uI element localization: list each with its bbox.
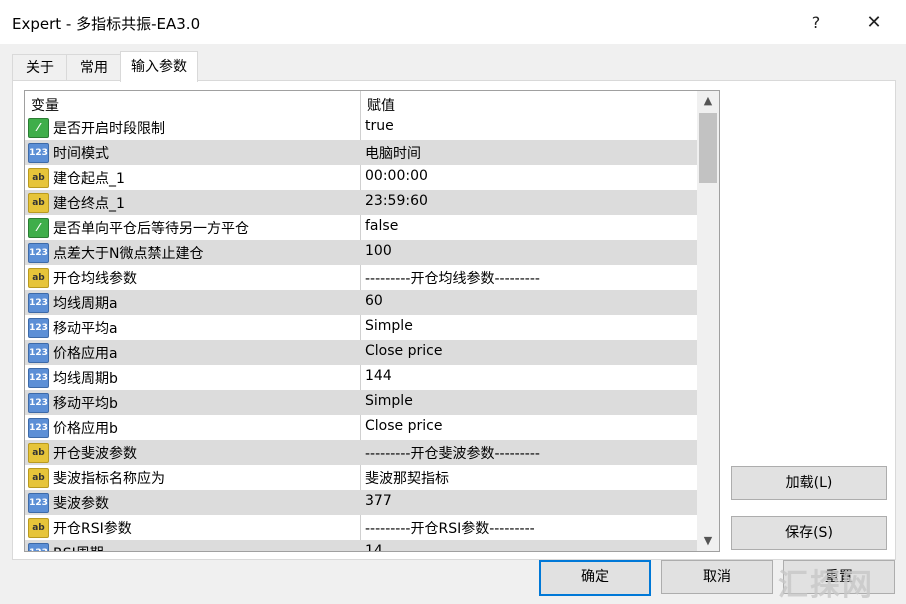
parameter-value[interactable]: Simple [365, 393, 413, 409]
ok-button[interactable]: 确定 [539, 560, 651, 596]
tab-bar: 关于 常用 输入参数 [0, 44, 906, 82]
number-type-icon: 123 [28, 318, 49, 338]
tab-common[interactable]: 常用 [66, 54, 122, 81]
table-row[interactable]: ab 斐波指标名称应为 斐波那契指标 [25, 465, 697, 490]
table-row[interactable]: ab 建仓起点_1 00:00:00 [25, 165, 697, 190]
parameter-value[interactable]: 100 [365, 243, 392, 259]
boolean-type-icon: ⁄ [28, 118, 49, 138]
vertical-scrollbar[interactable]: ▲ ▼ [697, 91, 719, 551]
table-row[interactable]: ab 开仓均线参数 ---------开仓均线参数--------- [25, 265, 697, 290]
help-icon[interactable]: ? [798, 8, 834, 36]
parameter-value[interactable]: 14 [365, 543, 383, 551]
parameter-rows: ⁄ 是否开启时段限制 true 123 时间模式 电脑时间 ab 建仓起点_1 00:00:00… [25, 115, 697, 551]
parameter-name: 斐波参数 [53, 496, 109, 512]
table-row[interactable]: ⁄ 是否开启时段限制 true [25, 115, 697, 140]
parameter-name: 开仓均线参数 [53, 271, 137, 287]
parameter-name: 是否开启时段限制 [53, 121, 165, 137]
parameter-value[interactable]: 144 [365, 368, 392, 384]
parameter-name: 移动平均a [53, 321, 118, 337]
string-type-icon: ab [28, 443, 49, 463]
table-row[interactable]: ⁄ 是否单向平仓后等待另一方平仓 false [25, 215, 697, 240]
string-type-icon: ab [28, 168, 49, 188]
parameter-name: RSI周期 [53, 543, 104, 551]
parameter-value[interactable]: Simple [365, 318, 413, 334]
parameter-name: 价格应用a [53, 346, 118, 362]
parameter-value[interactable]: Close price [365, 418, 442, 434]
table-row[interactable]: 123 价格应用a Close price [25, 340, 697, 365]
load-button[interactable]: 加载(L) [731, 466, 887, 500]
number-type-icon: 123 [28, 493, 49, 513]
parameter-name: 建仓终点_1 [53, 196, 125, 212]
parameter-value[interactable]: 斐波那契指标 [365, 468, 449, 488]
string-type-icon: ab [28, 268, 49, 288]
parameter-value[interactable]: false [365, 218, 398, 234]
parameter-value[interactable]: Close price [365, 343, 442, 359]
number-type-icon: 123 [28, 543, 49, 551]
number-type-icon: 123 [28, 368, 49, 388]
parameter-name: 价格应用b [53, 421, 118, 437]
tab-inputs[interactable]: 输入参数 [120, 51, 198, 82]
window-title: Expert - 多指标共振-EA3.0 [12, 15, 201, 33]
parameter-name: 均线周期b [53, 371, 118, 387]
parameter-value[interactable]: 377 [365, 493, 392, 509]
string-type-icon: ab [28, 468, 49, 488]
parameter-value[interactable]: 00:00:00 [365, 168, 428, 184]
title-bar: Expert - 多指标共振-EA3.0 ? ✕ [0, 0, 906, 44]
table-row[interactable]: 123 点差大于N微点禁止建仓 100 [25, 240, 697, 265]
table-row[interactable]: 123 斐波参数 377 [25, 490, 697, 515]
grid-header: 变量 赋值 [25, 91, 697, 115]
watermark-logo: 汇探网 [778, 568, 874, 603]
parameter-name: 建仓起点_1 [53, 171, 125, 187]
parameter-name: 时间模式 [53, 146, 109, 162]
number-type-icon: 123 [28, 393, 49, 413]
parameter-value[interactable]: 23:59:60 [365, 193, 428, 209]
parameter-name: 开仓斐波参数 [53, 446, 137, 462]
parameter-name: 开仓RSI参数 [53, 521, 132, 537]
number-type-icon: 123 [28, 418, 49, 438]
table-row[interactable]: 123 时间模式 电脑时间 [25, 140, 697, 165]
parameter-grid: 变量 赋值 ⁄ 是否开启时段限制 true 123 时间模式 电脑时间 ab 建仓起点_1 00… [24, 90, 720, 552]
number-type-icon: 123 [28, 343, 49, 363]
table-row[interactable]: 123 移动平均b Simple [25, 390, 697, 415]
parameter-value[interactable]: ---------开仓均线参数--------- [365, 268, 540, 288]
parameter-name: 是否单向平仓后等待另一方平仓 [53, 221, 249, 237]
number-type-icon: 123 [28, 143, 49, 163]
column-variable-header[interactable]: 变量 [31, 95, 59, 115]
parameter-name: 移动平均b [53, 396, 118, 412]
table-row[interactable]: 123 均线周期b 144 [25, 365, 697, 390]
column-value-header[interactable]: 赋值 [367, 95, 395, 115]
table-row[interactable]: 123 价格应用b Close price [25, 415, 697, 440]
scroll-up-icon[interactable]: ▲ [697, 91, 719, 111]
table-row[interactable]: 123 移动平均a Simple [25, 315, 697, 340]
close-icon[interactable]: ✕ [856, 8, 892, 36]
string-type-icon: ab [28, 518, 49, 538]
parameter-value[interactable]: ---------开仓斐波参数--------- [365, 443, 540, 463]
parameter-value[interactable]: 60 [365, 293, 383, 309]
number-type-icon: 123 [28, 293, 49, 313]
table-row[interactable]: ab 开仓斐波参数 ---------开仓斐波参数--------- [25, 440, 697, 465]
cancel-button[interactable]: 取消 [661, 560, 773, 594]
parameter-value[interactable]: true [365, 118, 394, 134]
save-button[interactable]: 保存(S) [731, 516, 887, 550]
string-type-icon: ab [28, 193, 49, 213]
table-row[interactable]: ab 开仓RSI参数 ---------开仓RSI参数--------- [25, 515, 697, 540]
number-type-icon: 123 [28, 243, 49, 263]
parameter-value[interactable]: 电脑时间 [365, 143, 421, 163]
tab-about[interactable]: 关于 [12, 54, 68, 81]
parameter-name: 点差大于N微点禁止建仓 [53, 246, 204, 262]
parameter-name: 斐波指标名称应为 [53, 471, 165, 487]
table-row[interactable]: ab 建仓终点_1 23:59:60 [25, 190, 697, 215]
scroll-down-icon[interactable]: ▼ [697, 531, 719, 551]
parameter-name: 均线周期a [53, 296, 118, 312]
boolean-type-icon: ⁄ [28, 218, 49, 238]
parameter-value[interactable]: ---------开仓RSI参数--------- [365, 518, 535, 538]
table-row[interactable]: 123 RSI周期 14 [25, 540, 697, 551]
table-row[interactable]: 123 均线周期a 60 [25, 290, 697, 315]
scroll-thumb[interactable] [699, 113, 717, 183]
